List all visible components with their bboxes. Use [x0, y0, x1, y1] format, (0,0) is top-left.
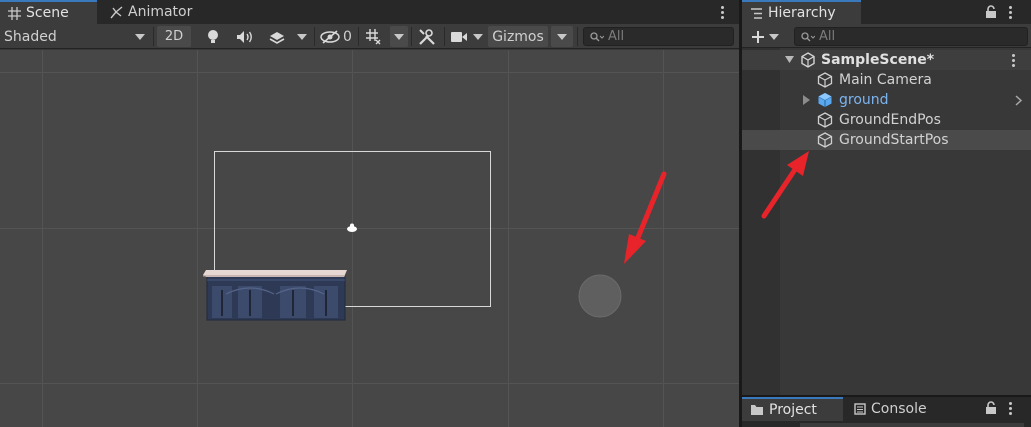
- project-kebab-menu-icon[interactable]: [1005, 399, 1015, 417]
- camera-settings-button[interactable]: [447, 26, 471, 47]
- hierarchy-tabbar: Hierarchy: [742, 0, 1031, 24]
- plus-icon: [752, 30, 764, 43]
- toggle-2d-label: 2D: [164, 29, 184, 44]
- effects-icon: [269, 31, 285, 44]
- hidden-objects-count: 0: [343, 28, 352, 45]
- object-gizmo-circle: [578, 274, 622, 318]
- tab-animator[interactable]: Animator: [102, 0, 202, 24]
- chevron-down-icon: [394, 33, 404, 40]
- gizmos-dropdown[interactable]: [551, 26, 573, 47]
- tab-hierarchy[interactable]: Hierarchy: [742, 0, 861, 24]
- console-icon: [854, 403, 866, 415]
- project-panel: Project Console: [742, 397, 1031, 427]
- animator-icon: [110, 5, 123, 18]
- annotation-arrow: [624, 171, 667, 264]
- chevron-down-icon: [769, 33, 779, 40]
- hierarchy-panel: Hierarchy All SampleScene* Main Camera g…: [742, 0, 1031, 395]
- tools-button[interactable]: [414, 26, 440, 47]
- scene-tabbar: Scene Animator: [0, 0, 739, 24]
- tab-animator-label: Animator: [128, 4, 193, 20]
- project-toolbar-strip: [800, 423, 1024, 427]
- shading-mode-label: Shaded: [4, 28, 57, 45]
- tab-project[interactable]: Project: [742, 397, 843, 421]
- camera-settings-dropdown[interactable]: [471, 26, 485, 47]
- lock-icon[interactable]: [985, 401, 997, 415]
- camera-gizmo-icon: [347, 223, 357, 232]
- hierarchy-annotation-arrow: [761, 151, 809, 219]
- create-object-dropdown[interactable]: [748, 26, 782, 47]
- scene-viewport[interactable]: [0, 50, 739, 427]
- tab-console[interactable]: Console: [846, 397, 946, 421]
- visibility-icon: [320, 29, 340, 44]
- tab-hierarchy-label: Hierarchy: [768, 5, 836, 21]
- folder-icon: [751, 405, 763, 415]
- scene-visibility-toggle[interactable]: 0: [318, 26, 354, 47]
- lightbulb-icon: [208, 29, 218, 43]
- lock-icon[interactable]: [985, 5, 997, 19]
- hierarchy-search-input[interactable]: All: [794, 27, 1028, 46]
- scene-search-input[interactable]: All: [583, 27, 734, 46]
- scene-search-placeholder: All: [608, 29, 625, 44]
- tab-console-label: Console: [871, 401, 927, 417]
- tab-scene[interactable]: Scene: [0, 0, 97, 24]
- effects-dropdown[interactable]: [294, 26, 310, 47]
- chevron-down-icon: [557, 33, 567, 40]
- chevron-down-icon: [473, 33, 483, 40]
- lighting-toggle[interactable]: [200, 26, 226, 47]
- chevron-down-icon: [135, 33, 145, 40]
- gizmos-label: Gizmos: [492, 28, 544, 45]
- hierarchy-list-icon: [751, 7, 762, 19]
- effects-toggle[interactable]: [264, 26, 290, 47]
- chevron-down-icon: [297, 33, 307, 40]
- tools-icon: [419, 28, 435, 45]
- scene-gizmos: [203, 151, 667, 321]
- hierarchy-search-placeholder: All: [819, 29, 836, 44]
- search-icon: [590, 31, 604, 41]
- tab-scene-label: Scene: [26, 5, 69, 21]
- shading-mode-dropdown[interactable]: Shaded: [4, 26, 150, 47]
- hierarchy-toolbar: All: [742, 24, 1031, 48]
- hierarchy-tree: SampleScene* Main Camera ground GroundEn…: [742, 48, 1031, 395]
- grid-snap-icon: [366, 28, 381, 44]
- tab-project-label: Project: [769, 402, 817, 418]
- scene-kebab-menu-icon[interactable]: [717, 3, 727, 21]
- audio-toggle[interactable]: [232, 26, 258, 47]
- search-icon: [801, 31, 815, 41]
- audio-icon: [237, 30, 252, 43]
- toggle-2d-button[interactable]: 2D: [157, 26, 191, 47]
- hierarchy-kebab-menu-icon[interactable]: [1005, 3, 1015, 21]
- gizmos-button[interactable]: Gizmos: [488, 26, 548, 47]
- grid-snap-dropdown[interactable]: [390, 26, 408, 47]
- grid-snap-toggle[interactable]: [362, 26, 386, 47]
- camera-icon: [451, 31, 467, 42]
- scene-toolbar: Shaded 2D 0 Gizmos All: [0, 24, 739, 49]
- ground-sprite: [203, 270, 347, 321]
- scene-panel: Scene Animator Shaded 2D 0 Gizmos All: [0, 0, 739, 427]
- scene-grid-icon: [8, 6, 21, 20]
